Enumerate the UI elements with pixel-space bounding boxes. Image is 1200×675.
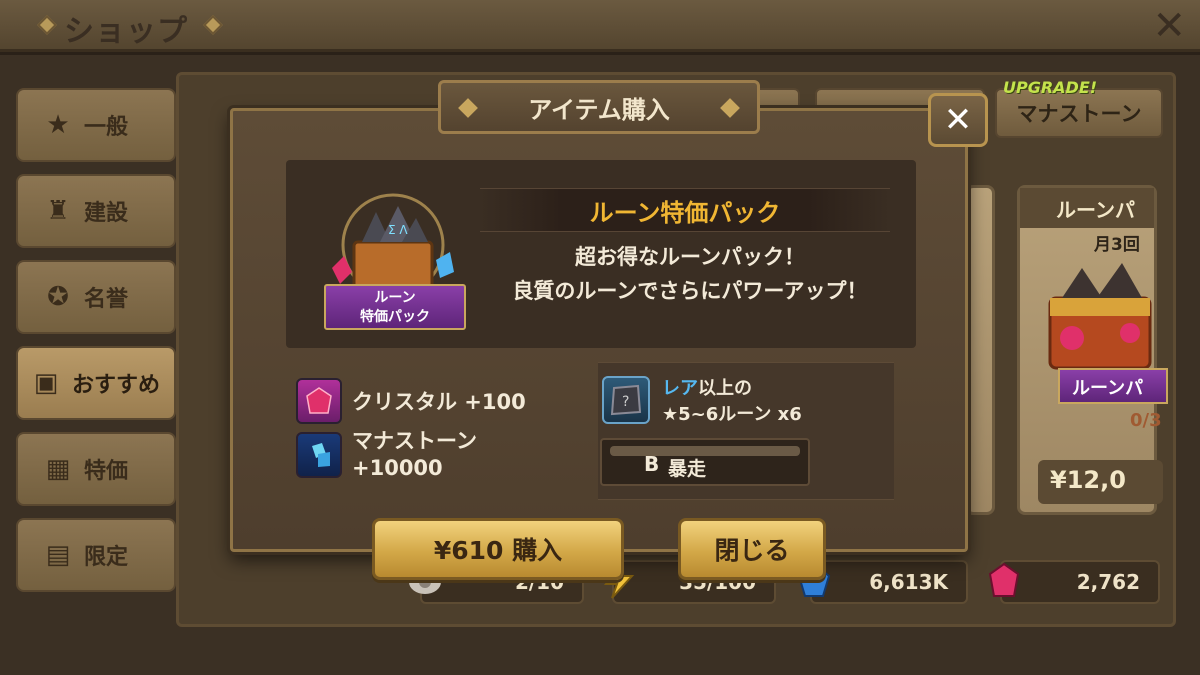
sidebar-item-limited[interactable]: ▤ 限定: [16, 518, 176, 592]
crystal-icon: [296, 378, 342, 424]
chest-icon: ▤: [45, 540, 71, 570]
pack-description-line2: 良質のルーンでさらにパワーアップ！: [512, 279, 868, 303]
rune-rarity-suffix: 以上の: [698, 378, 752, 399]
sidebar-item-label: 名誉: [84, 287, 129, 312]
mana-counter: 6,613K: [810, 560, 968, 604]
rune-reward-text: レア以上の ★5~6ルーン x6: [662, 376, 802, 428]
reward-label-line1: マナストーン: [352, 429, 477, 453]
rune-icon: ?: [602, 376, 650, 424]
title-ornament-icon: [720, 98, 740, 118]
product-card-partial[interactable]: [965, 185, 995, 515]
purchase-count: 0/3: [1130, 410, 1162, 431]
sidebar-item-recommended[interactable]: ▣ おすすめ: [16, 346, 176, 420]
close-button[interactable]: 閉じる: [678, 518, 826, 580]
sidebar-item-general[interactable]: ★ 一般: [16, 88, 176, 162]
crystal-icon: [988, 562, 1020, 597]
mana-stone-icon: [296, 432, 342, 478]
sidebar-item-label: 一般: [84, 115, 129, 140]
product-card-banner: ルーンパ: [1058, 368, 1168, 404]
product-card-limit: 月3回: [1094, 235, 1140, 255]
sidebar-item-special[interactable]: ▦ 特価: [16, 432, 176, 506]
sidebar-item-label: おすすめ: [72, 373, 161, 398]
sidebar-item-label: 建設: [84, 201, 129, 226]
pack-banner-line1: ルーン: [374, 290, 416, 306]
reward-label: クリスタル +100: [352, 390, 526, 414]
pack-banner: ルーン 特価パック: [324, 284, 466, 330]
product-card[interactable]: ルーンパ 月3回 ルーンパ 0/3 ¥12,0: [1017, 185, 1168, 515]
crystal-counter: 2,762: [1000, 560, 1160, 604]
product-price-button[interactable]: ¥12,0: [1038, 460, 1163, 504]
header-ornament-icon: [37, 15, 57, 35]
buy-button[interactable]: ¥610 購入: [372, 518, 624, 580]
gift-box-icon: ▦: [45, 454, 71, 484]
sidebar-item-label: 特価: [84, 459, 129, 484]
shop-close-button[interactable]: ✕: [1152, 4, 1186, 48]
pack-description-line1: 超お得なルーンパック！: [575, 245, 805, 269]
header-ornament-icon: [203, 15, 223, 35]
building-icon: ♜: [46, 196, 70, 226]
pack-name: ルーン特価パック: [480, 188, 890, 232]
svg-text:Σ Λ: Σ Λ: [388, 223, 408, 237]
product-card-title: ルーンパ: [1020, 188, 1154, 228]
rune-rarity: レア: [662, 378, 698, 399]
rune-set-label: 暴走: [668, 458, 707, 480]
medal-icon: ✪: [47, 282, 69, 312]
reward-label: マナストーン +10000: [352, 428, 477, 482]
page-title: ショップ: [64, 14, 188, 49]
gift-basket-icon: ▣: [33, 368, 59, 398]
reward-mana: マナストーン +10000: [296, 428, 477, 482]
reward-label-line2: +10000: [352, 456, 443, 480]
svg-text:?: ?: [622, 394, 629, 410]
shop-header: ショップ ✕: [0, 0, 1200, 52]
rune-set-icon: B: [644, 452, 660, 476]
sidebar-item-honor[interactable]: ✪ 名誉: [16, 260, 176, 334]
pack-description: 超お得なルーンパック！ 良質のルーンでさらにパワーアップ！: [470, 240, 910, 308]
reward-crystal: クリスタル +100: [296, 378, 526, 424]
rune-set-selector[interactable]: B 暴走: [600, 438, 810, 486]
sidebar-item-label: 限定: [84, 545, 129, 570]
rune-count: ★5~6ルーン x6: [662, 404, 802, 425]
dialog-close-icon[interactable]: ✕: [928, 93, 988, 147]
dialog-title-plate: アイテム購入: [438, 80, 760, 134]
upgrade-badge: UPGRADE!: [1003, 78, 1098, 97]
title-ornament-icon: [458, 98, 478, 118]
dialog-title: アイテム購入: [528, 95, 670, 124]
pack-banner-line2: 特価パック: [360, 309, 430, 325]
sidebar-item-build[interactable]: ♜ 建設: [16, 174, 176, 248]
star-icon: ★: [46, 110, 70, 140]
